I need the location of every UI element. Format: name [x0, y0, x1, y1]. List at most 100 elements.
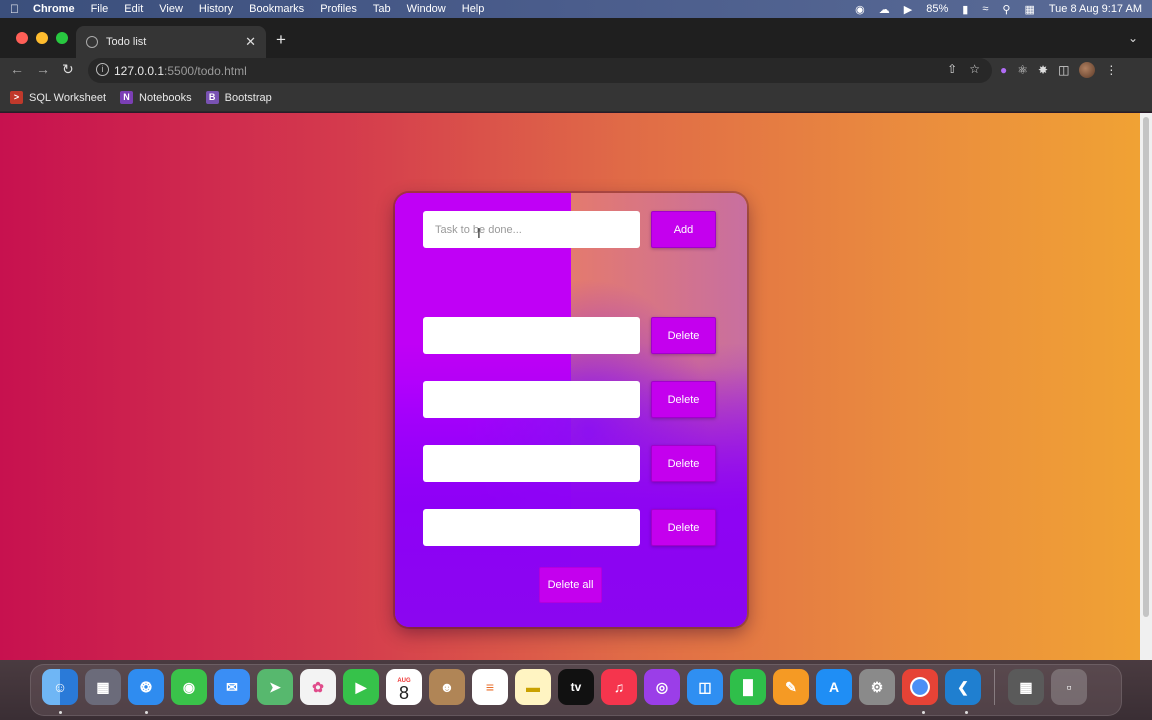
appstore-icon[interactable]: A: [816, 669, 852, 705]
apple-icon[interactable]: : [10, 2, 19, 16]
dock-icons: ☺ ▦ ❂ ◉ ✉ ➤ ✿ ▶ AUG 8 ☻ ≡ ▬ tv ♫ ◎ ◫ █ ✎…: [42, 669, 1087, 705]
delete-button[interactable]: Delete: [651, 509, 716, 546]
play-icon[interactable]: ▶: [904, 3, 912, 16]
menu-window[interactable]: Window: [407, 3, 446, 15]
task-field[interactable]: [423, 381, 640, 418]
menu-help[interactable]: Help: [462, 3, 485, 15]
site-info-icon[interactable]: i: [96, 63, 109, 76]
bookmark-star-icon[interactable]: ☆: [969, 62, 980, 76]
page-scrollbar[interactable]: [1140, 113, 1152, 660]
control-center-icon[interactable]: ▦: [1024, 3, 1034, 16]
mail-icon[interactable]: ✉: [214, 669, 250, 705]
task-input[interactable]: [423, 211, 640, 248]
record-icon[interactable]: ◉: [855, 3, 865, 16]
share-icon[interactable]: ⇧: [947, 62, 957, 76]
running-indicator: [145, 711, 148, 714]
close-window-button[interactable]: [16, 32, 28, 44]
pages-icon[interactable]: ✎: [773, 669, 809, 705]
finder-icon[interactable]: ☺: [42, 669, 78, 705]
battery-percent[interactable]: 85%: [926, 3, 948, 15]
menu-tab[interactable]: Tab: [373, 3, 391, 15]
running-indicator: [965, 711, 968, 714]
menu-bookmarks[interactable]: Bookmarks: [249, 3, 304, 15]
new-tab-icon[interactable]: +: [276, 30, 286, 50]
kebab-menu-icon[interactable]: ⋮: [1105, 63, 1117, 77]
macos-menu-bar:  Chrome File Edit View History Bookmark…: [0, 0, 1152, 18]
photos-icon[interactable]: ✿: [300, 669, 336, 705]
vscode-icon[interactable]: ❮: [945, 669, 981, 705]
calendar-icon[interactable]: AUG 8: [386, 669, 422, 705]
menu-edit[interactable]: Edit: [124, 3, 143, 15]
back-icon[interactable]: ←: [10, 61, 24, 77]
delete-all-button[interactable]: Delete all: [539, 567, 602, 603]
menu-history[interactable]: History: [199, 3, 233, 15]
weather-icon[interactable]: ☁: [879, 3, 890, 16]
appletv-label: tv: [570, 680, 582, 694]
bootstrap-icon: B: [205, 91, 219, 104]
music-icon[interactable]: ♫: [601, 669, 637, 705]
search-icon[interactable]: ⚲: [1002, 3, 1010, 16]
task-row: Delete: [423, 317, 716, 354]
puzzle-icon[interactable]: ✸: [1038, 63, 1048, 77]
wifi-icon[interactable]: ≈: [982, 3, 988, 15]
forward-icon[interactable]: →: [36, 61, 50, 77]
menu-view[interactable]: View: [159, 3, 183, 15]
delete-button[interactable]: Delete: [651, 445, 716, 482]
delete-button[interactable]: Delete: [651, 381, 716, 418]
chrome-icon[interactable]: [902, 669, 938, 705]
chevron-down-icon[interactable]: ⌄: [1128, 31, 1138, 45]
extension-icon[interactable]: ●: [1000, 63, 1007, 77]
menu-file[interactable]: File: [91, 3, 109, 15]
sql-icon: >: [10, 91, 23, 104]
bookmark-sql-worksheet[interactable]: > SQL Worksheet: [10, 91, 106, 104]
podcasts-icon[interactable]: ◎: [644, 669, 680, 705]
zoom-window-button[interactable]: [56, 32, 68, 44]
calculator-icon[interactable]: ▦: [1008, 669, 1044, 705]
keynote-icon[interactable]: ◫: [687, 669, 723, 705]
omnibox-actions: ⇧ ☆: [947, 62, 980, 76]
bookmark-label: Notebooks: [139, 91, 192, 104]
tab-todo-list[interactable]: Todo list ✕: [76, 26, 266, 58]
menu-profiles[interactable]: Profiles: [320, 3, 357, 15]
onenote-icon: N: [120, 91, 134, 104]
task-field[interactable]: [423, 509, 640, 546]
address-bar[interactable]: i 127.0.0.1:5500/todo.html ⇧ ☆: [88, 58, 992, 83]
tab-title: Todo list: [106, 36, 147, 48]
side-panel-icon[interactable]: ◫: [1058, 63, 1069, 77]
close-tab-icon[interactable]: ✕: [245, 34, 256, 50]
task-row: Delete: [423, 445, 716, 482]
dock-separator: [994, 669, 995, 705]
numbers-icon[interactable]: █: [730, 669, 766, 705]
task-field[interactable]: [423, 317, 640, 354]
url-host: 127.0.0.1: [114, 63, 165, 78]
facetime-icon[interactable]: ▶: [343, 669, 379, 705]
page-background: Add Delete Delete Delete Delete Delete a…: [0, 113, 1140, 660]
contacts-icon[interactable]: ☻: [429, 669, 465, 705]
bookmark-notebooks[interactable]: N Notebooks: [120, 91, 192, 104]
scrollbar-thumb[interactable]: [1143, 117, 1149, 617]
menu-app-name[interactable]: Chrome: [33, 3, 75, 15]
maps-icon[interactable]: ➤: [257, 669, 293, 705]
appletv-icon[interactable]: tv: [558, 669, 594, 705]
messages-icon[interactable]: ◉: [171, 669, 207, 705]
profile-avatar[interactable]: [1079, 62, 1096, 78]
todo-card: Add Delete Delete Delete Delete Delete a…: [395, 193, 747, 627]
battery-icon[interactable]: ▮: [962, 3, 968, 16]
settings-icon[interactable]: ⚙: [859, 669, 895, 705]
react-devtools-icon[interactable]: ⚛: [1017, 63, 1028, 77]
reminders-icon[interactable]: ≡: [472, 669, 508, 705]
new-task-row: Add: [423, 211, 716, 248]
minimize-window-button[interactable]: [36, 32, 48, 44]
task-field[interactable]: [423, 445, 640, 482]
reload-icon[interactable]: ↻: [62, 61, 74, 78]
safari-icon[interactable]: ❂: [128, 669, 164, 705]
running-indicator: [922, 711, 925, 714]
trash-icon[interactable]: ▫: [1051, 669, 1087, 705]
browser-toolbar: ← → ↻ i 127.0.0.1:5500/todo.html ⇧ ☆ ● ⚛…: [0, 58, 1152, 84]
launchpad-icon[interactable]: ▦: [85, 669, 121, 705]
notes-icon[interactable]: ▬: [515, 669, 551, 705]
bookmark-bootstrap[interactable]: B Bootstrap: [205, 91, 272, 104]
menu-clock[interactable]: Tue 8 Aug 9:17 AM: [1049, 3, 1142, 15]
delete-button[interactable]: Delete: [651, 317, 716, 354]
add-button[interactable]: Add: [651, 211, 716, 248]
